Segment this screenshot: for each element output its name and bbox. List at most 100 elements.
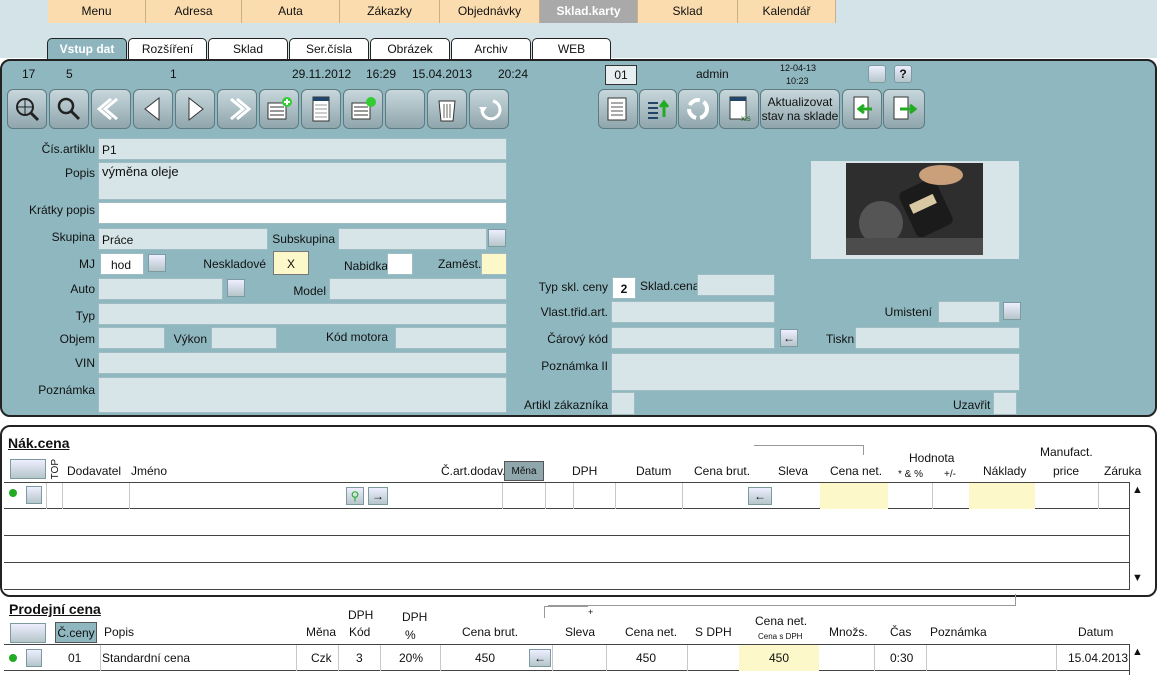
spreadsheet-button[interactable]: xls — [719, 89, 759, 129]
menu-auta[interactable]: Auta — [242, 0, 340, 23]
prod-add-button[interactable] — [10, 623, 46, 643]
prod-scrollbar[interactable]: ▲ — [1129, 644, 1148, 675]
menu-sklad-karty[interactable]: Sklad.karty — [540, 0, 638, 23]
new-record-button[interactable] — [259, 89, 299, 129]
scroll-up-icon[interactable]: ▲ — [1132, 646, 1143, 658]
skupina-field[interactable]: Práce — [98, 228, 268, 250]
poznamka-field[interactable] — [98, 377, 507, 413]
next-record-button[interactable] — [175, 89, 215, 129]
vykon-field[interactable] — [211, 327, 277, 349]
tab-obrazek[interactable]: Obrázek — [370, 38, 450, 59]
mj-field[interactable]: hod — [100, 253, 144, 275]
objem-field[interactable] — [98, 327, 165, 349]
search-button[interactable] — [49, 89, 89, 129]
globe-search-button[interactable] — [7, 89, 47, 129]
recycle-button[interactable] — [678, 89, 718, 129]
export-button[interactable] — [639, 89, 677, 129]
blank-button[interactable] — [385, 89, 425, 129]
tab-sklad[interactable]: Sklad — [208, 38, 288, 59]
export-doc-button[interactable] — [883, 89, 925, 129]
cis-artiklu-field[interactable]: P1 — [98, 138, 507, 160]
scroll-up-icon[interactable]: ▲ — [1132, 484, 1143, 496]
poznamka2-field[interactable] — [611, 353, 1020, 391]
row-trash-icon[interactable] — [26, 486, 42, 504]
last-record-button[interactable] — [217, 89, 257, 129]
menu-objednavky[interactable]: Objednávky — [440, 0, 540, 23]
model-field[interactable] — [329, 278, 507, 300]
neskladove-checkbox[interactable]: X — [273, 251, 309, 275]
edit-record-button[interactable] — [301, 89, 341, 129]
prod-row-mena[interactable]: Czk — [311, 651, 332, 665]
tab-vstup-dat[interactable]: Vstup dat — [47, 38, 127, 61]
import-doc-button[interactable] — [842, 89, 882, 129]
prod-row-cena-net[interactable]: 450 — [636, 651, 656, 665]
print-list-button[interactable] — [598, 89, 638, 129]
auto-picker-icon[interactable] — [227, 279, 245, 297]
menu-menu[interactable]: Menu — [48, 0, 146, 23]
menu-zakazky[interactable]: Zákazky — [340, 0, 440, 23]
prod-row-dph[interactable]: 20% — [399, 651, 423, 665]
umisteni-field[interactable] — [938, 301, 1000, 323]
table-row[interactable] — [4, 509, 1130, 536]
artikl-zakaznika-field[interactable] — [611, 392, 635, 415]
popis-field[interactable]: výměna oleje — [98, 162, 507, 200]
table-row[interactable] — [4, 536, 1130, 563]
supplier-search-icon[interactable]: ⚲ — [346, 487, 364, 505]
mj-picker-icon[interactable] — [148, 254, 166, 272]
prod-row-cas[interactable]: 0:30 — [890, 651, 913, 665]
prod-row-datum[interactable]: 15.04.2013 — [1068, 651, 1128, 665]
kratky-popis-field[interactable] — [98, 202, 507, 224]
prod-row-kod[interactable]: 3 — [356, 651, 363, 665]
typ-skl-ceny-field[interactable]: 2 — [612, 277, 636, 299]
update-stock-button[interactable]: Aktualizovat stav na sklade — [760, 89, 840, 129]
first-record-button[interactable] — [91, 89, 131, 129]
prod-brut-arrow-icon[interactable]: ← — [529, 649, 551, 667]
menu-adresa[interactable]: Adresa — [146, 0, 242, 23]
prod-row-cena-net2[interactable]: 450 — [739, 645, 819, 671]
umisteni-picker-icon[interactable] — [1003, 302, 1021, 320]
zamest-checkbox[interactable] — [481, 253, 507, 275]
menu-kalendar[interactable]: Kalendář — [738, 0, 836, 23]
prod-ceny-button[interactable]: Č.ceny — [55, 622, 97, 643]
nak-naklady-cell[interactable] — [969, 483, 1035, 509]
help-icon[interactable]: ? — [894, 65, 912, 83]
prod-row-cena-brut[interactable]: 450 — [475, 651, 495, 665]
prev-record-button[interactable] — [133, 89, 173, 129]
branch-code[interactable]: 01 — [605, 65, 637, 85]
table-row[interactable] — [4, 563, 1130, 590]
carovy-arrow-icon[interactable]: ← — [780, 329, 798, 347]
table-row[interactable]: 01 Standardní cena Czk 3 20% 450 ← 450 4… — [4, 645, 1130, 671]
nabidka-checkbox[interactable] — [387, 253, 413, 275]
kod-motora-field[interactable] — [395, 327, 507, 349]
tab-web[interactable]: WEB — [532, 38, 611, 59]
carovy-kod-field[interactable] — [611, 327, 775, 349]
subskupina-field[interactable] — [338, 228, 487, 250]
nak-mena-button[interactable]: Měna — [504, 461, 544, 481]
brut-arrow-icon[interactable]: ← — [748, 487, 772, 505]
vlast-trid-field[interactable] — [611, 301, 775, 323]
nak-scrollbar[interactable]: ▲ ▼ — [1129, 482, 1148, 589]
nak-cena-net-cell[interactable] — [820, 483, 888, 509]
auto-field[interactable] — [98, 278, 223, 300]
supplier-arrow-icon[interactable]: → — [368, 487, 388, 505]
menu-sklad[interactable]: Sklad — [638, 0, 738, 23]
prod-row-popis[interactable]: Standardní cena — [102, 651, 190, 665]
copy-record-button[interactable] — [343, 89, 383, 129]
typ-field[interactable] — [98, 303, 507, 325]
uzavrit-field[interactable] — [993, 392, 1017, 415]
scroll-down-icon[interactable]: ▼ — [1132, 572, 1143, 584]
sklad-cena-field[interactable] — [697, 274, 775, 296]
tab-ser-cisla[interactable]: Ser.čísla — [289, 38, 369, 59]
vin-field[interactable] — [98, 352, 507, 374]
delete-button[interactable] — [427, 89, 467, 129]
subskupina-picker-icon[interactable] — [488, 229, 506, 247]
row-trash-icon[interactable] — [26, 649, 42, 667]
table-row[interactable]: ⚲ → ← — [4, 483, 1130, 509]
tiskni-field[interactable] — [855, 327, 1020, 349]
nak-add-button[interactable] — [10, 459, 46, 479]
undo-button[interactable] — [469, 89, 509, 129]
tab-rozsireni[interactable]: Rozšíření — [128, 38, 207, 59]
tab-archiv[interactable]: Archiv — [451, 38, 531, 59]
vin-label: VIN — [74, 356, 95, 370]
trash-small-icon[interactable] — [868, 65, 886, 83]
